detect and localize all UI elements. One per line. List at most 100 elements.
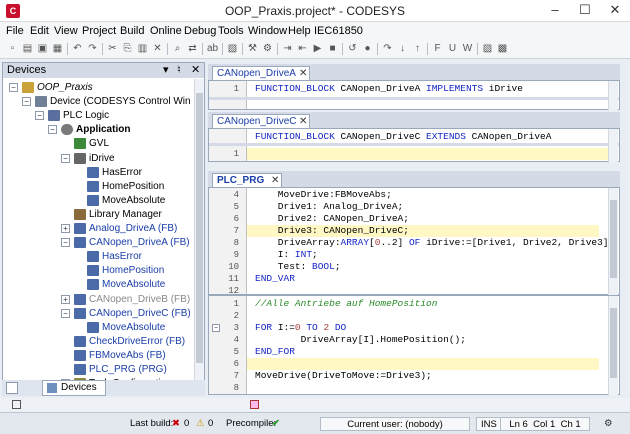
collapse-icon[interactable]: −: [48, 125, 57, 135]
editor-scrollbar[interactable]: [608, 188, 618, 296]
warning-count: 0: [208, 418, 214, 429]
layout-icon[interactable]: ▨: [481, 42, 494, 55]
close-button[interactable]: ✕: [600, 0, 630, 22]
step-out-icon[interactable]: ↑: [411, 42, 424, 55]
precompile-ok-icon[interactable]: ✔: [272, 417, 280, 431]
code-line[interactable]: Test: BOOL;: [255, 261, 341, 273]
logout-icon[interactable]: ⇤: [296, 42, 309, 55]
code-line[interactable]: MoveDrive:FBMoveAbs;: [255, 189, 392, 201]
save-icon[interactable]: ▣: [36, 42, 49, 55]
view-icon[interactable]: ▩: [496, 42, 509, 55]
menu-online[interactable]: Online: [150, 25, 182, 37]
collapse-icon[interactable]: −: [61, 238, 70, 248]
collapse-icon[interactable]: −: [61, 153, 70, 163]
collapse-icon[interactable]: −: [35, 111, 44, 121]
breakpoint-icon[interactable]: ●: [361, 42, 374, 55]
code-line[interactable]: FUNCTION_BLOCK CANopen_DriveC EXTENDS CA…: [255, 131, 551, 143]
write-icon[interactable]: W: [461, 42, 474, 55]
watch-icon[interactable]: [250, 400, 259, 409]
collapse-icon[interactable]: −: [9, 83, 18, 92]
menu-edit[interactable]: Edit: [30, 25, 49, 37]
menu-view[interactable]: View: [54, 25, 78, 37]
splitter[interactable]: [209, 97, 619, 100]
menu-debug[interactable]: Debug: [184, 25, 216, 37]
reset-icon[interactable]: ↺: [346, 42, 359, 55]
select-all-icon[interactable]: ▧: [226, 42, 239, 55]
paste-icon[interactable]: ▥: [136, 42, 149, 55]
code-line[interactable]: Drive1: Analog_DriveA;: [255, 201, 403, 213]
code-line[interactable]: Drive2: CANopen_DriveA;: [255, 213, 409, 225]
force-icon[interactable]: F: [431, 42, 444, 55]
tree-item-label: Analog_DriveA (FB): [89, 223, 178, 234]
tab-close-icon[interactable]: ✕: [271, 174, 279, 187]
save-all-icon[interactable]: ▦: [51, 42, 64, 55]
code-token: ;: [312, 249, 318, 260]
tab-canopen-drivec[interactable]: CANopen_DriveC ✕: [212, 114, 310, 128]
build-icon[interactable]: ⚒: [246, 42, 259, 55]
panel-dropdown-icon[interactable]: ▾: [163, 63, 169, 78]
fold-icon[interactable]: −: [212, 324, 220, 332]
tab-plc-prg[interactable]: PLC_PRG ✕: [212, 173, 282, 187]
step-over-icon[interactable]: ↷: [381, 42, 394, 55]
code-line[interactable]: DriveArray[I].HomePosition();: [255, 334, 466, 346]
editor-scrollbar[interactable]: [608, 296, 618, 396]
tree-scroll-thumb[interactable]: [196, 93, 203, 363]
find-icon[interactable]: ⌕: [171, 42, 184, 55]
code-line[interactable]: END_FOR: [255, 346, 295, 358]
messages-icon[interactable]: [12, 400, 21, 409]
tab-canopen-drivea[interactable]: CANopen_DriveA ✕: [212, 66, 310, 80]
menu-help[interactable]: Help: [288, 25, 311, 37]
menu-window[interactable]: Window: [248, 25, 287, 37]
undo-icon[interactable]: ↶: [71, 42, 84, 55]
expand-icon[interactable]: +: [61, 294, 70, 304]
compile-icon[interactable]: ⚙: [261, 42, 274, 55]
pin-icon[interactable]: ♮: [177, 63, 181, 78]
open-icon[interactable]: ▤: [21, 42, 34, 55]
copy-icon[interactable]: ⎘: [121, 42, 134, 55]
editor-scroll-thumb[interactable]: [610, 200, 617, 278]
redo-icon[interactable]: ↷: [86, 42, 99, 55]
delete-icon[interactable]: ✕: [151, 42, 164, 55]
editor-scroll-thumb[interactable]: [610, 308, 617, 378]
new-file-icon[interactable]: ▫: [6, 42, 19, 55]
menu-iec61850[interactable]: IEC61850: [314, 25, 363, 37]
minimize-button[interactable]: –: [540, 0, 570, 22]
code-line[interactable]: END_VAR: [255, 273, 295, 285]
start-icon[interactable]: ▶: [311, 42, 324, 55]
editor-scrollbar[interactable]: [608, 129, 618, 163]
replace-icon[interactable]: ⇄: [186, 42, 199, 55]
pou-tab-icon[interactable]: [6, 382, 18, 394]
cut-icon[interactable]: ✂: [106, 42, 119, 55]
expand-icon[interactable]: +: [61, 224, 70, 233]
code-line[interactable]: I: INT;: [255, 249, 318, 261]
settings-icon[interactable]: ⚙: [604, 417, 613, 431]
menu-project[interactable]: Project: [82, 25, 116, 37]
tab-close-icon[interactable]: ✕: [299, 67, 307, 80]
code-line[interactable]: FUNCTION_BLOCK CANopen_DriveA IMPLEMENTS…: [255, 83, 523, 95]
unforce-icon[interactable]: U: [446, 42, 459, 55]
tree-item-label: HasError: [102, 166, 143, 178]
maximize-button[interactable]: ☐: [570, 0, 600, 22]
fb-icon: [74, 307, 86, 319]
code-line[interactable]: Drive3: CANopen_DriveC;: [255, 225, 409, 237]
splitter[interactable]: [209, 143, 619, 146]
stop-icon[interactable]: ■: [326, 42, 339, 55]
code-line[interactable]: FOR I:=0 TO 2 DO: [255, 322, 346, 334]
menu-tools[interactable]: Tools: [218, 25, 244, 37]
tree-scrollbar[interactable]: [194, 79, 204, 395]
code-line[interactable]: DriveArray:ARRAY[0..2] OF iDrive:=[Drive…: [255, 237, 614, 249]
step-into-icon[interactable]: ↓: [396, 42, 409, 55]
menu-build[interactable]: Build: [120, 25, 144, 37]
tab-close-icon[interactable]: ✕: [299, 115, 307, 128]
code-line[interactable]: //Alle Antriebe auf HomePosition: [255, 298, 437, 310]
collapse-icon[interactable]: −: [61, 308, 70, 318]
editor-scrollbar[interactable]: [608, 81, 618, 111]
menu-file[interactable]: File: [6, 25, 24, 37]
login-icon[interactable]: ⇥: [281, 42, 294, 55]
rename-icon[interactable]: ab: [206, 42, 219, 55]
panel-close-icon[interactable]: ✕: [191, 63, 200, 78]
line-number: 7: [233, 226, 239, 236]
collapse-icon[interactable]: −: [22, 97, 31, 107]
code-line[interactable]: MoveDrive(DriveToMove:=Drive3);: [255, 370, 432, 382]
devices-tab[interactable]: Devices: [42, 380, 106, 396]
